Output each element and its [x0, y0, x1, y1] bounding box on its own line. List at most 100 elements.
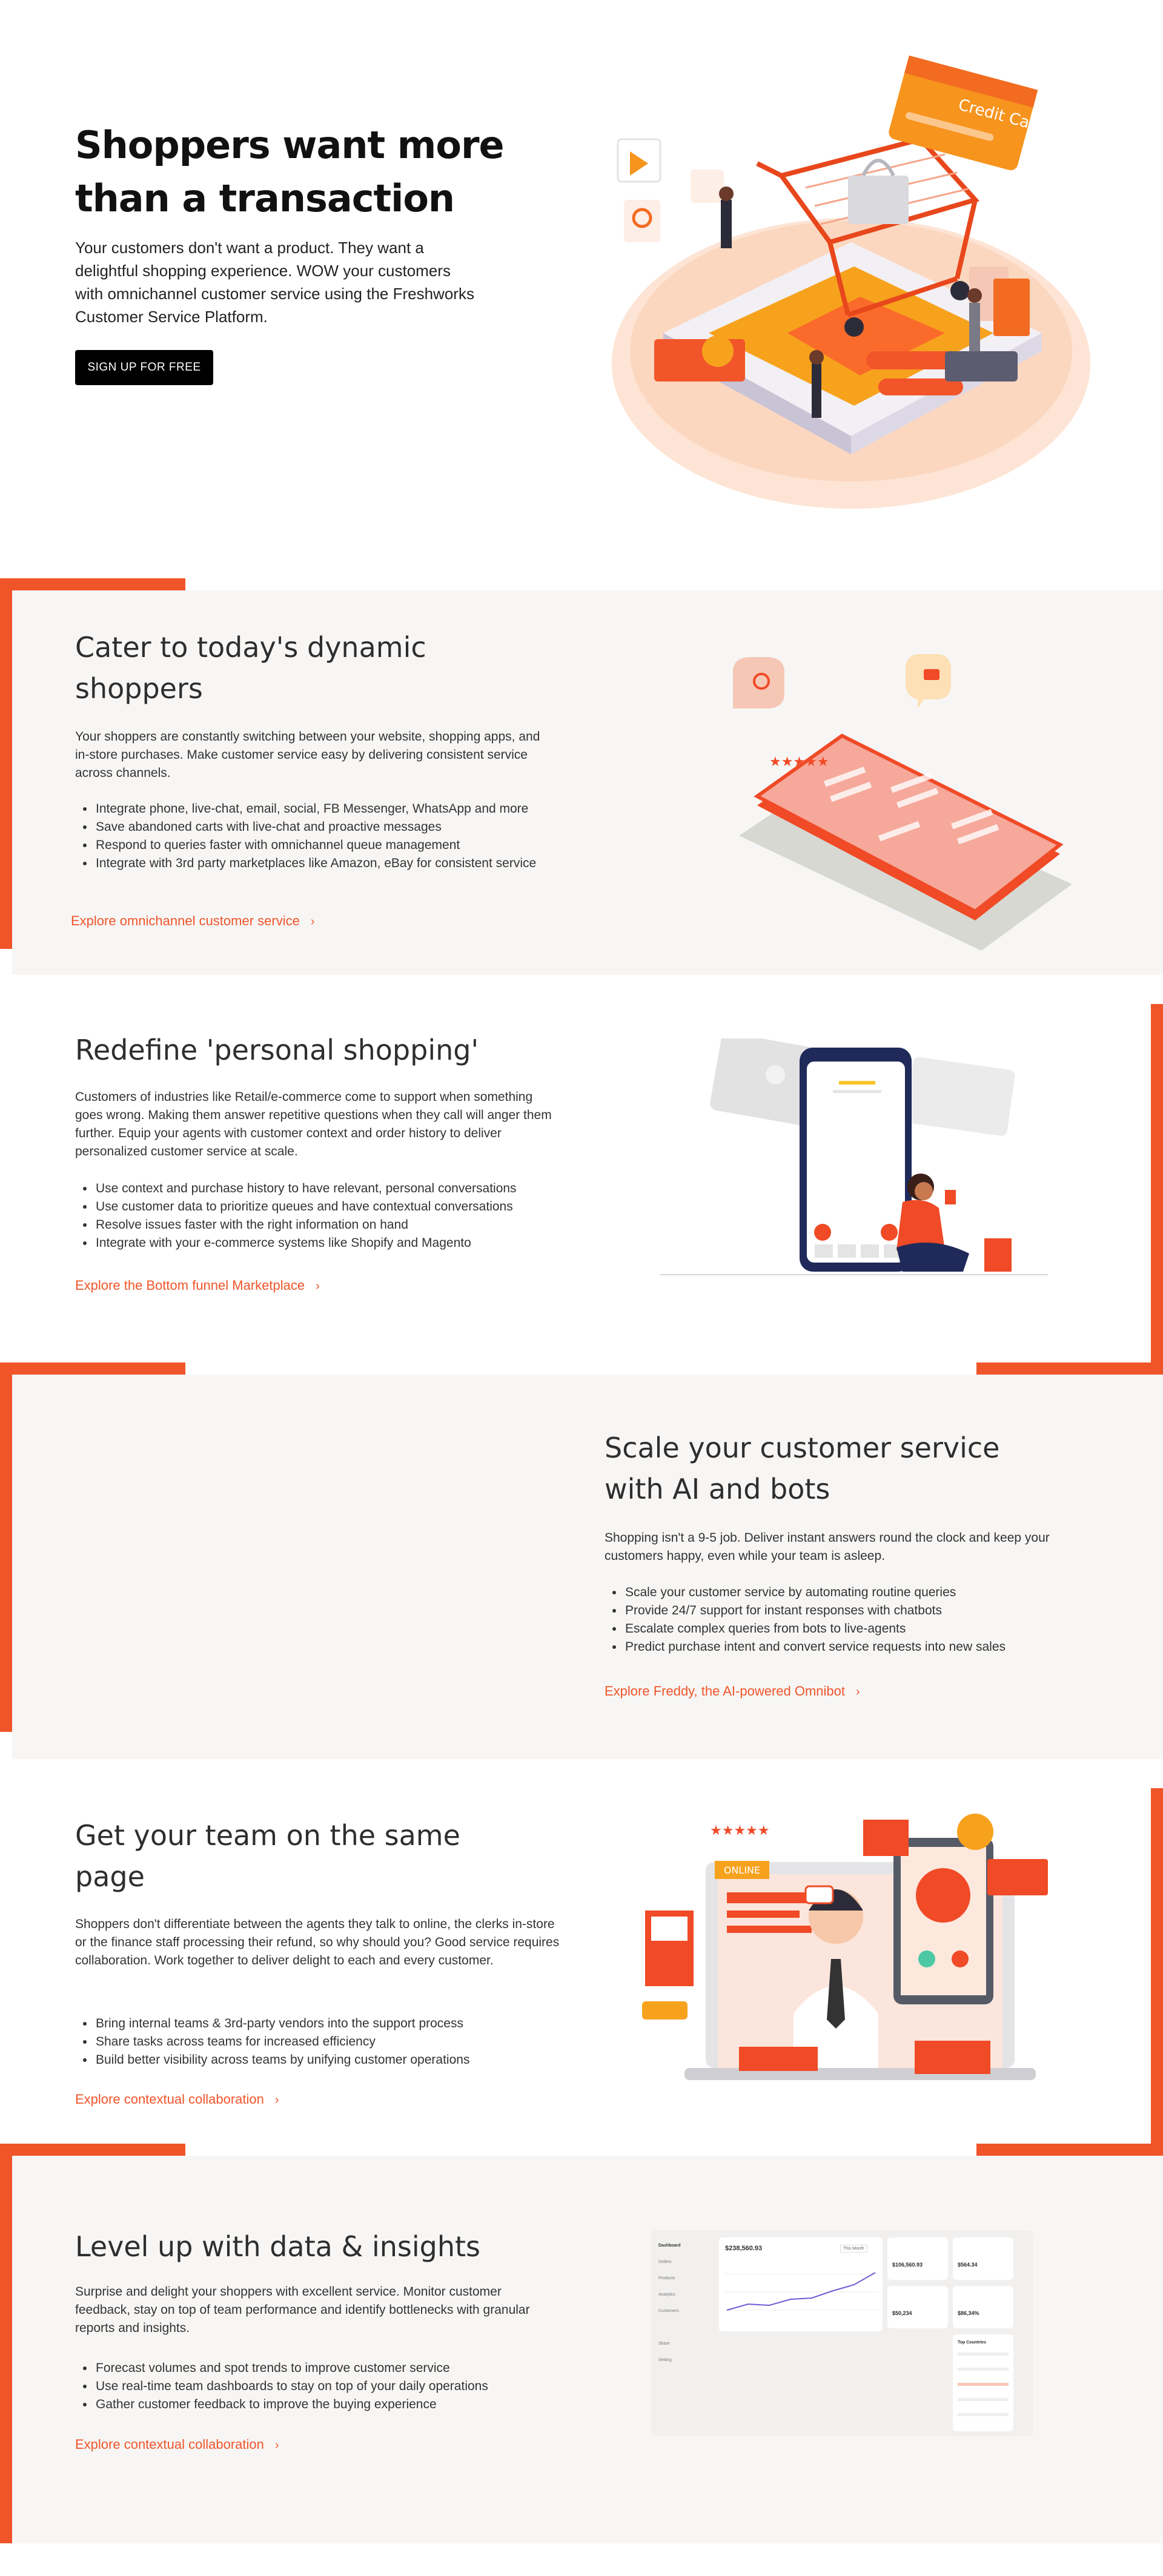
section-3-title-line-1: Scale your customer service — [605, 1432, 1000, 1464]
section-2-title-line-1: Redefine 'personal shopping' — [75, 1034, 479, 1066]
list-item: Forecast volumes and spot trends to impr… — [94, 2359, 573, 2377]
section-4-description: Shoppers don't differentiate between the… — [75, 1917, 560, 1967]
list-item: Predict purchase intent and convert serv… — [624, 1638, 1102, 1656]
list-item: Use context and purchase history to have… — [94, 1180, 573, 1198]
section-4-title-line-2: page — [75, 1860, 145, 1893]
dashboard-nav-item: Dashboard — [658, 2244, 681, 2248]
kpi-value: $86,34% — [958, 2310, 979, 2316]
section-2-title: Redefine 'personal shopping' — [75, 1029, 560, 1071]
section-3-title-line-2: with AI and bots — [605, 1473, 830, 1505]
list-item: Save abandoned carts with live-chat and … — [94, 818, 573, 836]
kpi-value: $564.34 — [958, 2262, 978, 2268]
section-2-description: Customers of industries like Retail/e-co… — [75, 1090, 552, 1158]
list-item: Gather customer feedback to improve the … — [94, 2396, 573, 2414]
list-item: Use customer data to prioritize queues a… — [94, 1198, 573, 1216]
accent-bar-left — [0, 578, 12, 949]
mobile-phone-illustration: ★★★★★ — [733, 654, 1072, 951]
section-1-title-line-1: Cater to today's dynamic — [75, 631, 426, 664]
revenue-line-chart — [724, 2272, 878, 2311]
section-4-bullet-list: Bring internal teams & 3rd-party vendors… — [78, 2015, 573, 2069]
explore-omnichannel-label: Explore omnichannel customer service — [71, 913, 300, 928]
revenue-chart-card: $238,560.93 This Month — [719, 2237, 883, 2331]
list-item: Integrate with 3rd party marketplaces li… — [94, 854, 573, 873]
list-item: Scale your customer service by automatin… — [624, 1584, 1102, 1602]
section-5-bullet-list: Forecast volumes and spot trends to impr… — [78, 2359, 573, 2414]
team-collaboration-illustration: ★★★★★ ONLINE — [642, 1814, 1048, 2080]
accent-bar-top-left — [0, 578, 185, 590]
accent-bar-bottom-right — [976, 1362, 1163, 1375]
chevron-right-icon: › — [316, 1280, 320, 1293]
kpi-card: $564.34 — [953, 2237, 1013, 2280]
kpi-card: $86,34% — [953, 2286, 1013, 2328]
dashboard-nav-item: Products — [658, 2276, 675, 2280]
section-3-bullet-list: Scale your customer service by automatin… — [607, 1584, 1102, 1656]
list-item: Share tasks across teams for increased e… — [94, 2033, 573, 2051]
list-item: Integrate with your e-commerce systems l… — [94, 1234, 573, 1252]
section-5-title: Level up with data & insights — [75, 2226, 560, 2267]
kpi-card: $106,560.93 — [887, 2237, 948, 2280]
signup-button[interactable]: SIGN UP FOR FREE — [75, 350, 213, 385]
section-1-title-line-2: shoppers — [75, 672, 203, 705]
dashboard-nav-item: Setting — [658, 2358, 672, 2362]
kpi-value: $106,560.93 — [892, 2262, 923, 2268]
explore-collaboration-link[interactable]: Explore contextual collaboration › — [75, 2092, 279, 2107]
list-item: Respond to queries faster with omnichann… — [94, 836, 573, 854]
section-5-description: Surprise and delight your shoppers with … — [75, 2285, 530, 2335]
accent-bar-bottom-right-2 — [976, 2144, 1163, 2156]
svg-text:★★★★★: ★★★★★ — [710, 1823, 770, 1838]
accent-bar-right — [1151, 1004, 1163, 1375]
list-item: Integrate phone, live-chat, email, socia… — [94, 800, 573, 818]
explore-marketplace-link[interactable]: Explore the Bottom funnel Marketplace › — [75, 1278, 320, 1293]
list-item: Escalate complex queries from bots to li… — [624, 1620, 1102, 1638]
list-item: Bring internal teams & 3rd-party vendors… — [94, 2015, 573, 2033]
section-5-title-line-1: Level up with data & insights — [75, 2230, 480, 2263]
list-item: Provide 24/7 support for instant respons… — [624, 1602, 1102, 1620]
dashboard-nav-item: Analytics — [658, 2293, 676, 2297]
accent-bar-top-left-3 — [0, 2144, 185, 2156]
top-countries-card: Top Countries — [953, 2334, 1013, 2431]
hero-title-line-2: than a transaction — [75, 176, 455, 220]
hero-title-line-1: Shoppers want more — [75, 123, 505, 167]
accent-bar-right-2 — [1151, 1788, 1163, 2159]
explore-insights-link[interactable]: Explore contextual collaboration › — [75, 2437, 279, 2452]
period-select[interactable]: This Month — [840, 2245, 867, 2253]
hero-section: Shoppers want more than a transaction Yo… — [0, 0, 1163, 575]
dashboard-nav-item: Share — [658, 2342, 670, 2346]
revenue-value: $238,560.93 — [725, 2245, 763, 2252]
section-1-description: Your shoppers are constantly switching b… — [75, 730, 540, 780]
explore-marketplace-label: Explore the Bottom funnel Marketplace — [75, 1278, 305, 1293]
kpi-value: $50,234 — [892, 2310, 912, 2316]
list-item: Build better visibility across teams by … — [94, 2051, 573, 2069]
section-3-title: Scale your customer service with AI and … — [605, 1427, 1125, 1510]
accent-bar-top-left-2 — [0, 1362, 185, 1375]
accent-bar-left-3 — [0, 2144, 12, 2543]
section-4-title: Get your team on the same page — [75, 1815, 560, 1897]
dashboard-sidebar: Dashboard Orders Products Analytics Cust… — [658, 2237, 719, 2368]
dashboard-nav-item: Orders — [658, 2260, 672, 2264]
section-4-title-line-1: Get your team on the same — [75, 1819, 460, 1852]
section-2-bullet-list: Use context and purchase history to have… — [78, 1180, 573, 1252]
accent-bar-left-2 — [0, 1362, 12, 1732]
hero-title: Shoppers want more than a transaction — [75, 119, 535, 225]
chevron-right-icon: › — [274, 2093, 279, 2107]
explore-collaboration-label: Explore contextual collaboration — [75, 2092, 264, 2107]
section-3-description: Shopping isn't a 9-5 job. Deliver instan… — [605, 1531, 1050, 1563]
svg-text:★★★★★: ★★★★★ — [769, 755, 829, 770]
top-countries-title: Top Countries — [958, 2340, 986, 2345]
shopping-cart-illustration: Credit Card — [612, 55, 1090, 509]
explore-insights-label: Explore contextual collaboration — [75, 2437, 264, 2452]
explore-freddy-link[interactable]: Explore Freddy, the AI-powered Omnibot › — [605, 1683, 860, 1699]
chevron-right-icon: › — [274, 2439, 279, 2452]
explore-omnichannel-link[interactable]: Explore omnichannel customer service › — [71, 913, 315, 929]
section-1-title: Cater to today's dynamic shoppers — [75, 627, 560, 709]
kpi-card: $50,234 — [887, 2286, 948, 2328]
dashboard-nav-item: Customers — [658, 2309, 679, 2313]
chevron-right-icon: › — [310, 915, 315, 928]
analytics-dashboard-mockup: Dashboard Orders Products Analytics Cust… — [651, 2230, 1033, 2436]
list-item: Use real-time team dashboards to stay on… — [94, 2377, 573, 2396]
online-badge: ONLINE — [724, 1864, 760, 1876]
personal-shopping-illustration — [660, 1039, 1048, 1275]
list-item: Resolve issues faster with the right inf… — [94, 1216, 573, 1234]
hero-description: Your customers don't want a product. The… — [75, 239, 474, 326]
chevron-right-icon: › — [856, 1685, 860, 1699]
